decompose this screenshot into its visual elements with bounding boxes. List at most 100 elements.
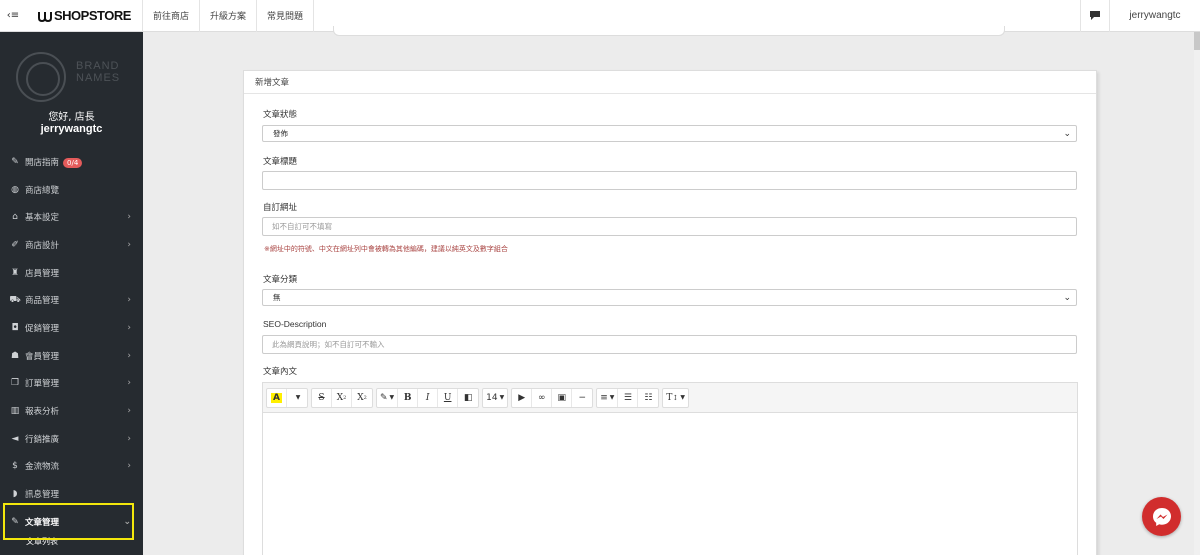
caret-down-icon: ▼ <box>295 394 301 401</box>
brand-logo-text: BRAND NAMES <box>76 60 121 84</box>
content-label: 文章內文 <box>263 367 298 377</box>
font-size-dropdown[interactable]: 14 ▼ <box>483 389 507 407</box>
nav-faq[interactable]: 常見問題 <box>257 0 315 32</box>
user-lock-icon: ♜ <box>10 267 20 278</box>
cart-icon: ⛟ <box>9 294 21 305</box>
bank-icon: ⌂ <box>12 212 18 223</box>
chat-button[interactable] <box>1080 0 1109 32</box>
shopstore-logo[interactable]: SHOPSTORE <box>26 0 143 32</box>
superscript-button[interactable]: X2 <box>332 388 352 407</box>
chevron-right-icon: › <box>127 461 131 472</box>
chevron-right-icon: › <box>127 295 131 306</box>
caret-down-icon: ▼ <box>680 394 685 401</box>
sidebar-item-label: 商品管理 <box>25 296 60 307</box>
sidebar-item-label: 促銷管理 <box>25 323 60 334</box>
status-select[interactable]: 發佈 ⌄ <box>262 125 1077 142</box>
logo-mark-icon <box>38 11 52 22</box>
align-dropdown[interactable]: ≡ ▼ <box>597 388 619 407</box>
url-input[interactable]: 如不自訂可不填寫 <box>262 217 1077 236</box>
minus-icon: − <box>578 392 587 403</box>
sidebar-item-6[interactable]: ◘ 促銷管理 › <box>0 314 143 342</box>
strikethrough-button[interactable]: S <box>312 388 332 407</box>
category-label: 文章分類 <box>263 275 298 285</box>
scrollbar-thumb[interactable] <box>1194 32 1200 50</box>
progress-badge: 0/4 <box>63 157 83 168</box>
text-highlight-button[interactable]: A <box>267 388 287 407</box>
sidebar-item-4[interactable]: ♜ 店員管理 <box>0 259 143 287</box>
sidebar-item-3[interactable]: ✐ 商店設計 › <box>0 231 143 259</box>
comment-icon <box>1090 11 1100 20</box>
sidebar-item-label: 會員管理 <box>25 351 60 362</box>
sidebar-item-label: 報表分析 <box>25 407 60 418</box>
sidebar-item-9[interactable]: ▥ 報表分析 › <box>0 397 143 425</box>
chevron-down-icon: ⌄ <box>1063 128 1071 139</box>
sidebar-item-8[interactable]: ❐ 訂單管理 › <box>0 370 143 398</box>
chevron-right-icon: › <box>127 350 131 361</box>
sidebar-item-label: 開店指南 0/4 <box>25 156 131 168</box>
sidebar-item-label: 金流物流 <box>25 462 60 473</box>
horizontal-rule-button[interactable]: − <box>572 389 592 407</box>
align-left-icon: ≡ <box>600 392 608 403</box>
sidebar-item-1[interactable]: ◍ 商店總覽 <box>0 176 143 204</box>
editor-content-area[interactable] <box>263 413 1077 555</box>
sidebar-item-11[interactable]: $ 金流物流 › <box>0 453 143 481</box>
user-menu[interactable]: jerrywangtc <box>1109 0 1200 32</box>
caret-down-icon: ▼ <box>499 394 505 401</box>
title-label: 文章標題 <box>263 157 298 167</box>
rich-text-editor: A ▼ S X2 X2 ✎ ▼ B I U ◧ 14 ▼ ▶ ∞ ▣ − ≡ ▼… <box>262 382 1078 555</box>
link-button[interactable]: ∞ <box>532 388 553 407</box>
previous-card-edge <box>333 26 1005 36</box>
sidebar-item-7[interactable]: ☗ 會員管理 › <box>0 342 143 370</box>
line-height-group: T ↕ ▼ <box>662 387 689 408</box>
category-select[interactable]: 無 ⌄ <box>262 289 1077 306</box>
eraser-button[interactable]: ◧ <box>458 389 478 407</box>
chevron-right-icon: › <box>127 406 131 417</box>
magic-style-button[interactable]: ✎ ▼ <box>377 388 399 407</box>
sidebar-item-10[interactable]: ◄ 行銷推廣 › <box>0 425 143 453</box>
messenger-chat-button[interactable] <box>1142 497 1181 536</box>
paragraph-group: ≡ ▼ ☰ ☷ <box>596 387 660 408</box>
underline-button[interactable]: U <box>438 388 459 407</box>
panel-title: 新增文章 <box>244 71 1096 94</box>
color-group: A ▼ <box>266 387 308 408</box>
comments-icon: ◗ <box>12 489 18 500</box>
sidebar: BRAND NAMES 您好, 店長 jerrywangtc ✎ 開店指南 0/4 ◍… <box>0 32 143 555</box>
sidebar-item-label: 訊息管理 <box>25 490 60 501</box>
dashboard-icon: ◍ <box>11 184 19 195</box>
messenger-icon <box>1152 507 1171 526</box>
status-select-value: 發佈 <box>273 129 288 138</box>
bar-chart-icon: ▥ <box>10 406 20 417</box>
nav-upgrade-plan[interactable]: 升級方案 <box>200 0 258 32</box>
sidebar-menu: ✎ 開店指南 0/4 ◍ 商店總覽 ⌂ 基本設定 › ✐ 商店設計 › ♜ 店員管理 ⛟ 商品管理 › ◘ 促銷管… <box>0 148 143 536</box>
italic-button[interactable]: I <box>418 388 439 407</box>
title-input[interactable] <box>262 171 1077 190</box>
sidebar-item-label: 行銷推廣 <box>25 434 60 445</box>
status-label: 文章狀態 <box>263 110 298 120</box>
sidebar-item-5[interactable]: ⛟ 商品管理 › <box>0 286 143 314</box>
chevron-right-icon: › <box>127 322 131 333</box>
seo-label: SEO-Description <box>263 319 327 329</box>
sidebar-item-2[interactable]: ⌂ 基本設定 › <box>0 203 143 231</box>
chevron-right-icon: › <box>127 378 131 389</box>
copy-icon: ❐ <box>10 378 20 389</box>
wrench-icon: ✎ <box>11 156 19 167</box>
bold-button[interactable]: B <box>398 388 419 407</box>
sidebar-toggle-button[interactable]: ‹≡ <box>0 0 26 32</box>
url-label: 自訂網址 <box>263 203 298 213</box>
eraser-icon: ◧ <box>463 392 473 403</box>
video-button[interactable]: ▶ <box>512 388 533 407</box>
color-dropdown-button[interactable]: ▼ <box>287 389 307 407</box>
image-button[interactable]: ▣ <box>552 388 573 407</box>
sidebar-item-label: 基本設定 <box>25 213 60 224</box>
nav-go-to-store[interactable]: 前往商店 <box>143 0 201 32</box>
bullet-list-button[interactable]: ☰ <box>618 388 639 407</box>
ordered-list-button[interactable]: ☷ <box>638 389 658 407</box>
sidebar-item-label: 商店總覽 <box>25 185 60 196</box>
magic-wand-icon: ✎ <box>380 392 388 403</box>
category-select-value: 無 <box>273 293 281 302</box>
line-height-dropdown[interactable]: T ↕ ▼ <box>663 389 688 407</box>
subscript-button[interactable]: X2 <box>352 389 372 407</box>
sidebar-item-0[interactable]: ✎ 開店指南 0/4 <box>0 148 143 176</box>
page-scrollbar[interactable] <box>1194 32 1200 555</box>
seo-input[interactable]: 此為網頁說明；如不自訂可不輸入 <box>262 335 1077 354</box>
